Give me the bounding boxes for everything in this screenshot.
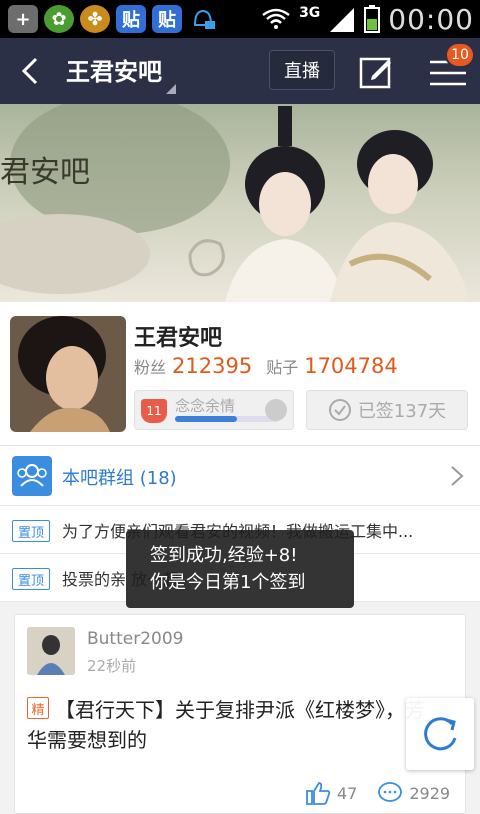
toast-line-2: 你是今日第1个签到 xyxy=(150,572,306,593)
forum-stats: 粉丝 212395 贴子 1704784 xyxy=(134,354,412,378)
user-level-box[interactable]: 11 念念余情 xyxy=(134,390,294,430)
clock: 00:00 xyxy=(388,2,474,36)
level-info-icon xyxy=(265,399,287,421)
level-progress-bar xyxy=(175,416,279,422)
app-notification-icon-2: ✤ xyxy=(80,5,110,33)
forum-avatar[interactable] xyxy=(10,316,126,432)
tieba-notification-icon: 贴 xyxy=(116,5,146,33)
toast-line-1: 签到成功,经验+8! xyxy=(150,545,298,566)
post-username[interactable]: Butter2009 xyxy=(87,629,183,649)
post-footer: 47 2929 xyxy=(305,781,450,805)
chevron-right-icon xyxy=(451,466,464,486)
add-notification-icon: + xyxy=(8,5,38,33)
notification-badge: 10 xyxy=(445,42,475,68)
thumbs-up-icon xyxy=(306,782,331,805)
check-circle-icon xyxy=(328,399,351,421)
svg-text:君安吧: 君安吧 xyxy=(0,155,90,190)
level-progress-fill xyxy=(175,416,238,422)
battery-icon xyxy=(364,5,381,33)
status-bar: + ✿ ✤ 贴 贴 3G 00:00 xyxy=(0,0,480,38)
user-avatar[interactable] xyxy=(27,627,75,675)
chat-notification-icon xyxy=(188,5,218,33)
signed-in-label: 已签137天 xyxy=(357,401,447,422)
refresh-button[interactable] xyxy=(406,698,474,770)
comment-icon xyxy=(378,782,403,802)
forum-info-card: 王君安吧 粉丝 212395 贴子 1704784 11 念念余情 已签137天 xyxy=(0,302,480,446)
posts-label: 贴子 xyxy=(266,358,299,377)
signal-icon xyxy=(330,8,355,32)
refresh-icon xyxy=(424,717,457,751)
post-card[interactable]: Butter2009 22秒前 精 【君行天下】关于复排尹派《红楼梦》，芳华需要… xyxy=(14,614,466,814)
network-type: 3G xyxy=(299,5,321,21)
group-icon xyxy=(12,456,52,496)
forum-banner-image: 君安吧 xyxy=(0,104,480,302)
post-time: 22秒前 xyxy=(87,657,137,675)
pinned-tag: 置顶 xyxy=(12,568,50,590)
posts-count: 1704784 xyxy=(304,354,398,378)
app-notification-icon: ✿ xyxy=(44,5,74,33)
fans-label: 粉丝 xyxy=(134,358,167,377)
back-arrow-icon[interactable] xyxy=(14,53,50,89)
live-button[interactable]: 直播 xyxy=(269,50,335,90)
wifi-icon xyxy=(262,8,290,29)
app-header: 王君安吧 直播 xyxy=(0,38,480,104)
compose-icon[interactable] xyxy=(358,54,394,90)
comment-button[interactable]: 2929 xyxy=(377,781,450,805)
pinned-tag: 置顶 xyxy=(12,520,50,542)
like-button[interactable]: 47 xyxy=(305,781,357,805)
sign-in-toast: 签到成功,经验+8! 你是今日第1个签到 xyxy=(126,530,354,608)
level-badge: 11 xyxy=(141,399,167,423)
fans-count: 212395 xyxy=(172,354,253,378)
forum-group-row[interactable]: 本吧群组 (18) xyxy=(0,446,480,506)
signed-in-button[interactable]: 已签137天 xyxy=(306,390,468,430)
forum-title[interactable]: 王君安吧 xyxy=(66,52,162,87)
forum-name: 王君安吧 xyxy=(134,326,223,351)
group-label: 本吧群组 (18) xyxy=(62,468,177,489)
dropdown-triangle-icon xyxy=(166,84,176,94)
post-title[interactable]: 【君行天下】关于复排尹派《红楼梦》，芳华需要想到的 xyxy=(27,695,427,755)
tieba-notification-icon-2: 贴 xyxy=(152,5,182,33)
level-name: 念念余情 xyxy=(175,397,236,415)
